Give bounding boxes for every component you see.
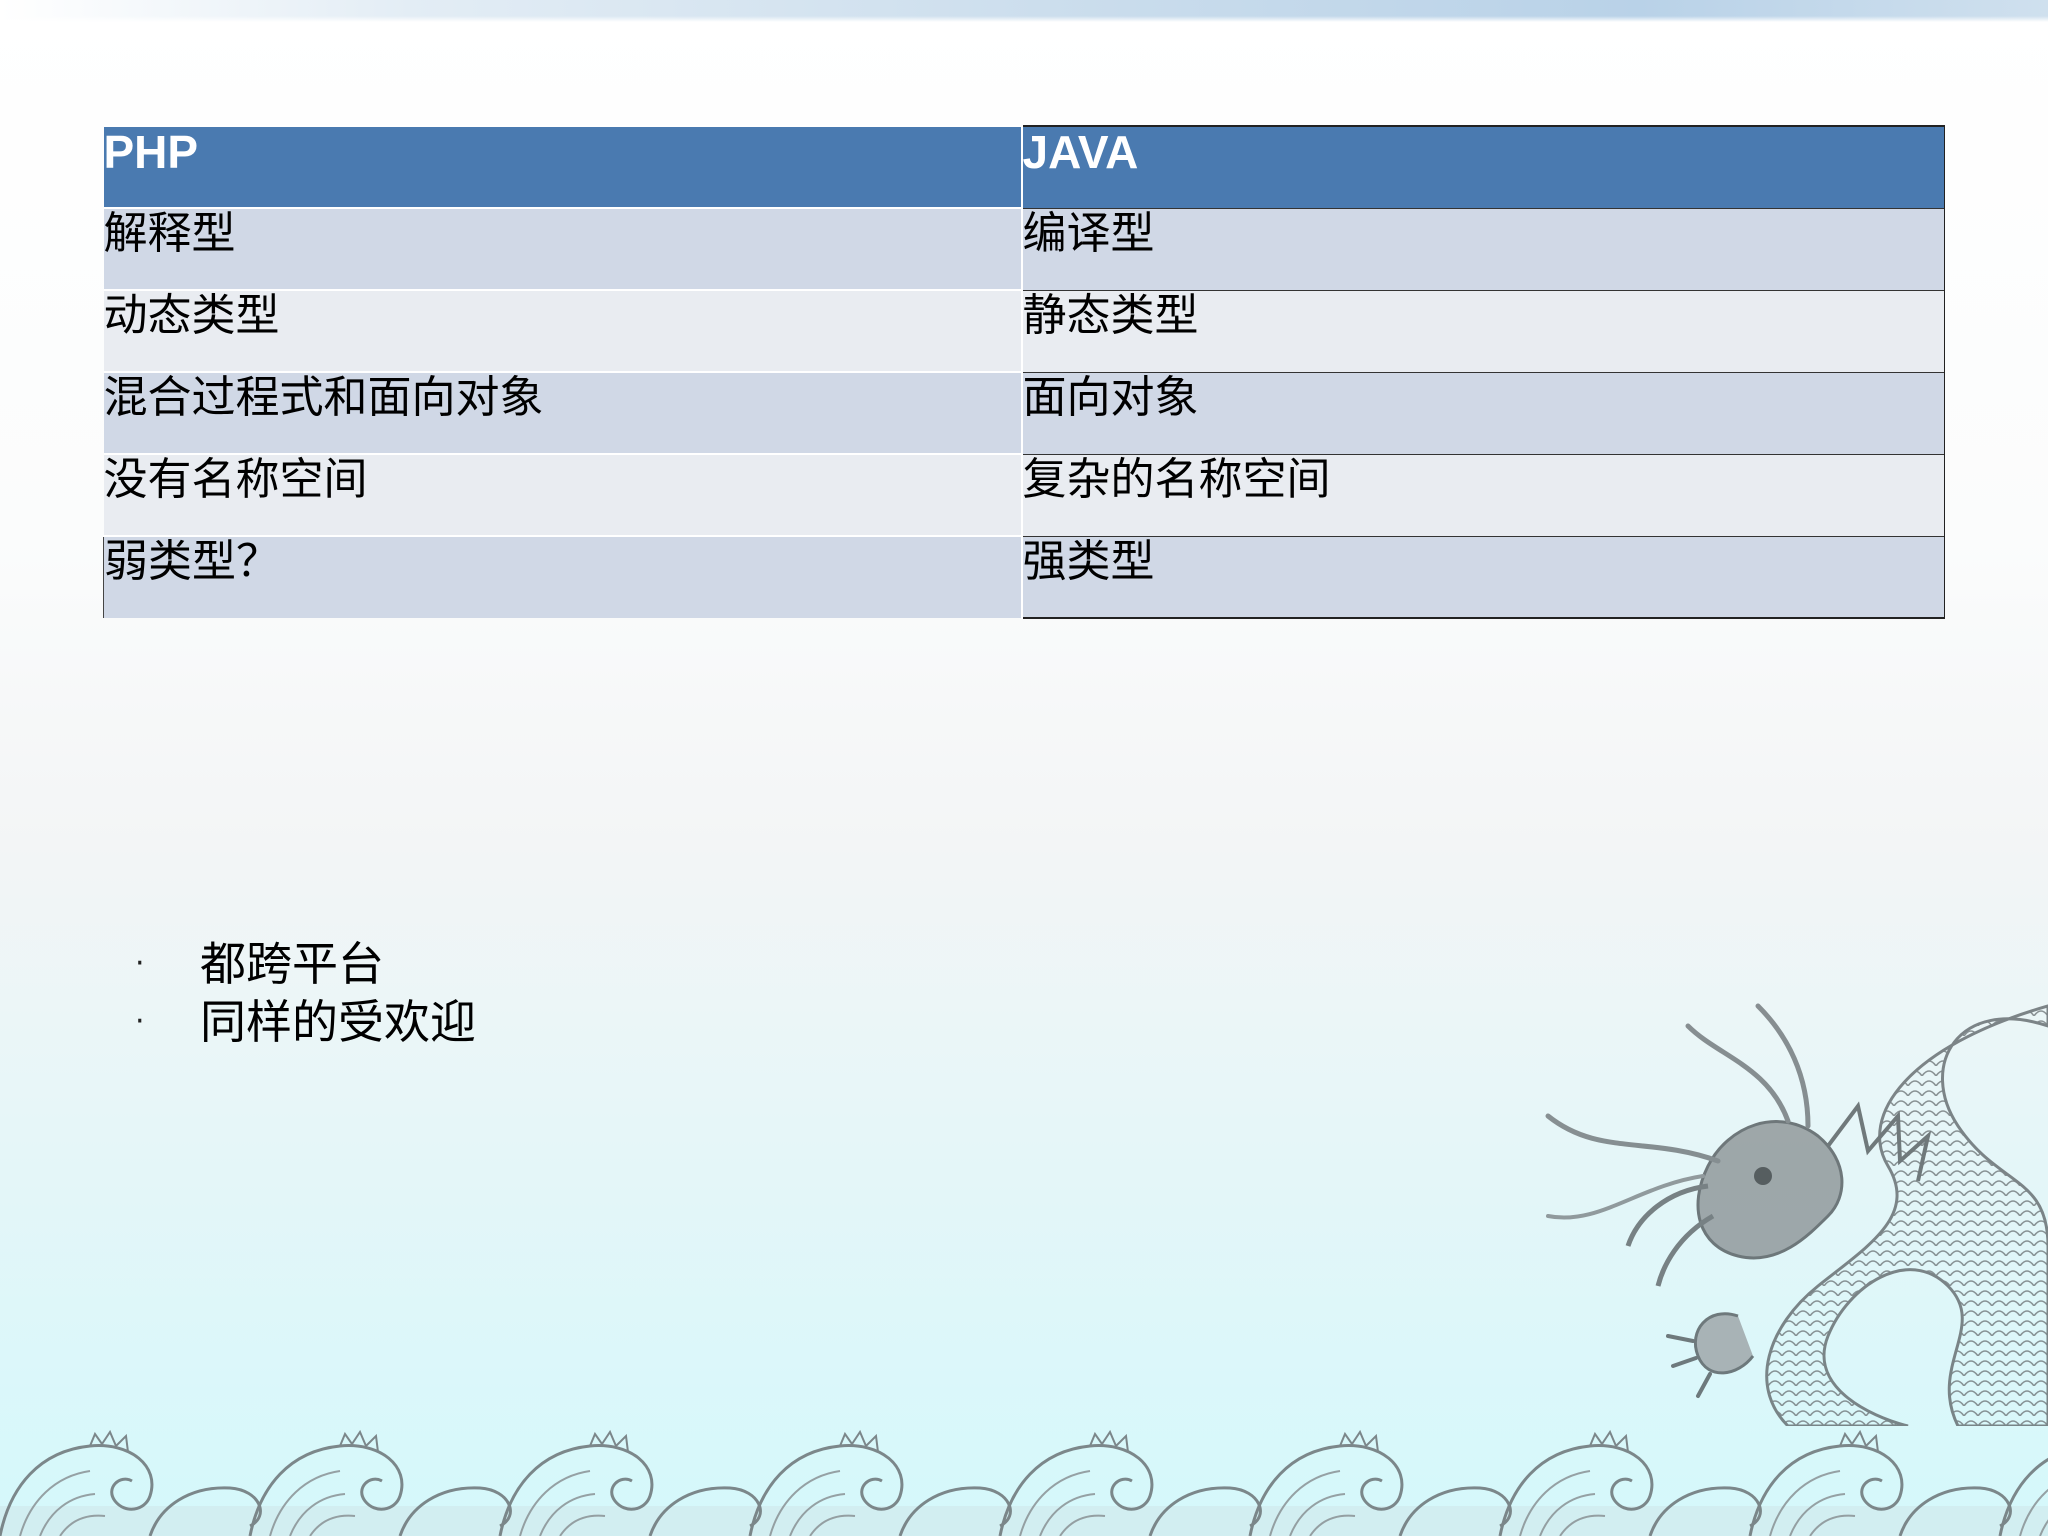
- table-cell-java: 面向对象: [1021, 371, 1945, 454]
- table-cell-java: 编译型: [1021, 207, 1945, 290]
- comparison-table: PHP JAVA 解释型 编译型 动态类型 静态类型 混合过程式和面向对象 面向…: [103, 125, 1945, 619]
- table-cell-java: 复杂的名称空间: [1021, 453, 1945, 536]
- list-item: · 同样的受欢迎: [130, 993, 476, 1051]
- table-cell-php: 解释型: [103, 207, 1023, 290]
- table-row: 动态类型 静态类型: [103, 289, 1945, 372]
- table-row: 解释型 编译型: [103, 207, 1945, 290]
- table-cell-php: 弱类型？: [103, 535, 1023, 618]
- ocean-wave-border: [0, 1430, 2048, 1536]
- table-header-row: PHP JAVA: [103, 125, 1945, 208]
- table-row: 混合过程式和面向对象 面向对象: [103, 371, 1945, 454]
- header-cell-java: JAVA: [1021, 125, 1945, 208]
- table-cell-php: 混合过程式和面向对象: [103, 371, 1023, 454]
- bullet-marker: ·: [135, 1004, 145, 1039]
- bullet-list: · 都跨平台 · 同样的受欢迎: [130, 935, 476, 1051]
- bullet-marker: ·: [135, 946, 145, 981]
- dragon-illustration: [1545, 1003, 2048, 1426]
- top-gradient-band: [0, 0, 2048, 22]
- header-cell-php: PHP: [103, 125, 1023, 208]
- list-item: · 都跨平台: [130, 935, 476, 993]
- table-cell-php: 没有名称空间: [103, 453, 1023, 536]
- table-cell-java: 静态类型: [1021, 289, 1945, 372]
- table-row: 弱类型？ 强类型: [103, 535, 1945, 619]
- table-row: 没有名称空间 复杂的名称空间: [103, 453, 1945, 536]
- bullet-text: 同样的受欢迎: [200, 995, 476, 1049]
- table-cell-java: 强类型: [1021, 535, 1945, 619]
- table-cell-php: 动态类型: [103, 289, 1023, 372]
- bullet-text: 都跨平台: [200, 937, 384, 991]
